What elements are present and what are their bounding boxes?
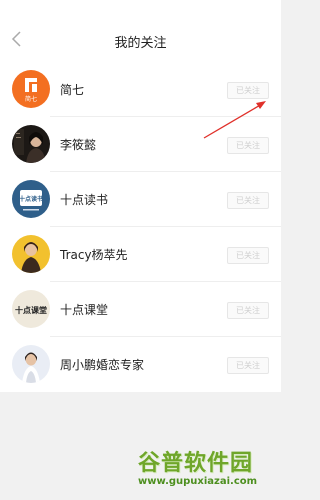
avatar-tracy — [12, 235, 50, 273]
follow-item-shidianketang[interactable]: 十点课堂 十点课堂 已关注 — [0, 282, 281, 337]
followed-button[interactable]: 已关注 — [227, 82, 269, 99]
follow-name: 简七 — [60, 83, 85, 97]
watermark-url: www.gupuxiazai.com — [138, 476, 258, 487]
avatar-zhouxiaopeng — [12, 345, 50, 383]
follow-list: 简七 简七 已关注 李筱懿 已关注 十点读书 十点读书 已关注 Tracy杨萃先… — [0, 62, 281, 392]
header-bar: 我的关注 — [0, 0, 281, 62]
follow-name: 李筱懿 — [60, 138, 97, 152]
follow-name: 周小鹏婚恋专家 — [60, 358, 145, 372]
follow-name: Tracy杨萃先 — [60, 248, 128, 262]
avatar-jianqi: 简七 — [12, 70, 50, 108]
followed-button[interactable]: 已关注 — [227, 357, 269, 374]
follow-item-tracy[interactable]: Tracy杨萃先 已关注 — [0, 227, 281, 282]
avatar-shidiandushu: 十点读书 — [12, 180, 50, 218]
follow-name: 十点读书 — [60, 193, 109, 207]
follow-item-shidiandushu[interactable]: 十点读书 十点读书 已关注 — [0, 172, 281, 227]
follow-item-lixiaoyi[interactable]: 李筱懿 已关注 — [0, 117, 281, 172]
avatar-lixiaoyi — [12, 125, 50, 163]
watermark: 谷普软件园 www.gupuxiazai.com — [138, 445, 278, 497]
followed-button[interactable]: 已关注 — [227, 302, 269, 319]
avatar-logo-text: 十点读书 — [19, 195, 43, 203]
follow-name: 十点课堂 — [60, 303, 109, 317]
watermark-title: 谷普软件园 — [138, 451, 254, 476]
follow-item-jianqi[interactable]: 简七 简七 已关注 — [0, 62, 281, 117]
avatar-logo-text: 简七 — [25, 95, 37, 103]
followed-button[interactable]: 已关注 — [227, 192, 269, 209]
avatar-shidianketang: 十点课堂 — [12, 290, 50, 328]
follow-item-zhouxiaopeng[interactable]: 周小鹏婚恋专家 已关注 — [0, 337, 281, 392]
avatar-logo-text: 十点课堂 — [15, 305, 47, 315]
page-title: 我的关注 — [114, 36, 167, 51]
followed-button[interactable]: 已关注 — [227, 247, 269, 264]
followed-button[interactable]: 已关注 — [227, 137, 269, 154]
